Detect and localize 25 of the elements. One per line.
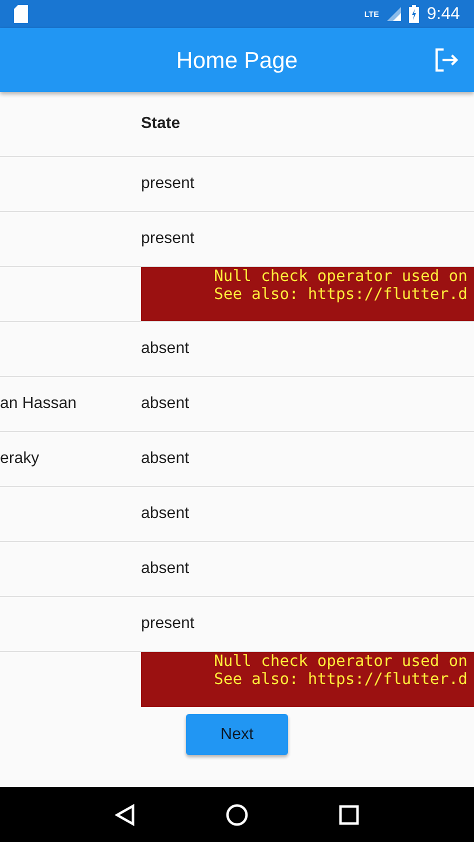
column-header: State <box>141 115 182 133</box>
state-cell-text: present <box>141 175 196 193</box>
sd-card-icon <box>14 5 28 23</box>
back-icon[interactable] <box>115 804 136 826</box>
state-cell-text: absent <box>141 340 190 358</box>
state-cell-text: present <box>141 230 196 248</box>
signal-icon <box>386 7 401 21</box>
error-message: Null check operator used on <box>214 267 468 285</box>
error-message: See also: https://flutter.d <box>214 670 468 688</box>
page-title: Home Page <box>176 46 298 74</box>
home-icon[interactable] <box>226 804 248 826</box>
next-button[interactable]: Next <box>186 714 288 755</box>
battery-charging-icon <box>408 5 419 23</box>
name-cell-text: an Hassan <box>0 395 78 413</box>
clock-time: 9:44 <box>426 4 460 24</box>
recents-icon[interactable] <box>338 804 359 824</box>
state-cell-text: absent <box>141 560 190 578</box>
state-cell-text: absent <box>141 505 190 523</box>
error-message: Null check operator used on <box>214 652 468 670</box>
state-cell-text: absent <box>141 450 190 468</box>
state-cell-text: present <box>141 615 196 633</box>
state-cell-text: absent <box>141 395 190 413</box>
network-label: LTE <box>364 10 379 18</box>
error-message: See also: https://flutter.d <box>214 285 468 303</box>
name-cell-text: eraky <box>0 450 40 468</box>
